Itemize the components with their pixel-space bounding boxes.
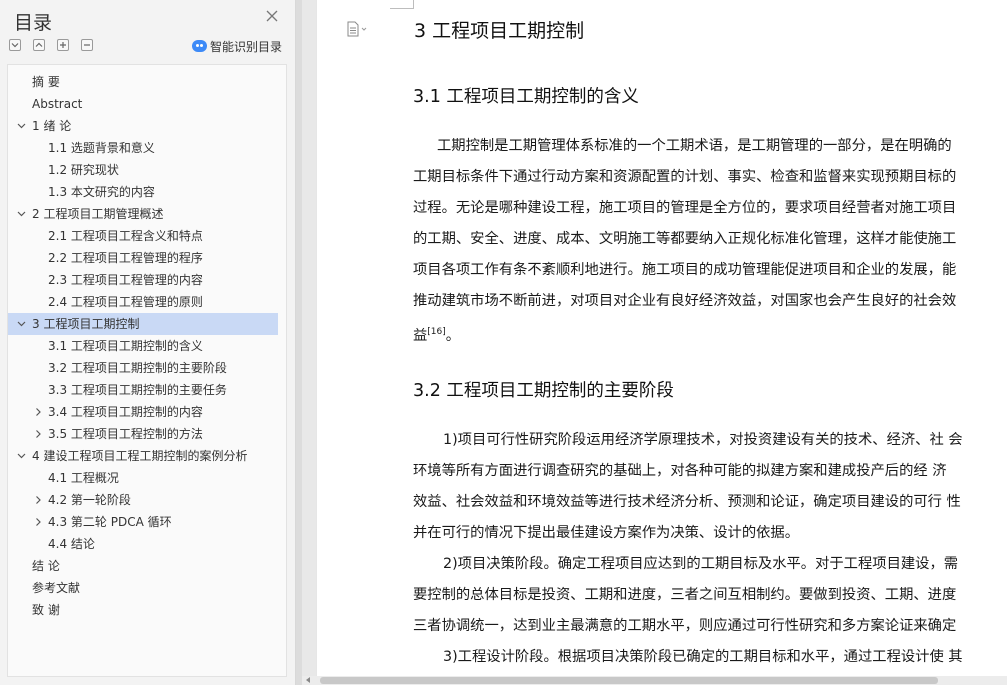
toc-item-label: 1.1 选题背景和意义: [48, 141, 155, 155]
chevron-right-icon[interactable]: [33, 489, 45, 511]
toc-item[interactable]: 3.5 工程项目工程控制的方法: [8, 423, 278, 445]
paragraph-line: 的工期、安全、进度、成本、文明施工等都要纳入正规化标准化管理，这样才能使施工: [413, 231, 957, 247]
paragraph-line: 项目各项工作有条不紊顺利地进行。施工项目的成功管理能促进项目和企业的发展，能: [413, 262, 957, 278]
chevron-down-icon[interactable]: [16, 115, 28, 137]
toc-item[interactable]: 1 绪 论: [8, 115, 278, 137]
paragraph-3-1: 工期控制是工期管理体系标准的一个工期术语，是工期管理的一部分，是在明确的 工期目…: [413, 131, 1007, 348]
toc-item[interactable]: 2.4 工程项目工程管理的原则: [8, 291, 278, 313]
left-gutter: [302, 0, 316, 685]
toc-item[interactable]: 摘 要: [8, 71, 278, 93]
toc-item-label: 2.2 工程项目工程管理的程序: [48, 251, 203, 265]
toc-item-label: 3.5 工程项目工程控制的方法: [48, 427, 203, 441]
toc-item[interactable]: 1.1 选题背景和意义: [8, 137, 278, 159]
smart-recognize-label: 智能识别目录: [210, 39, 283, 54]
paragraph-line: 益[16]。: [413, 327, 461, 344]
robot-icon: [192, 40, 207, 52]
toc-item-label: 3 工程项目工期控制: [32, 317, 140, 331]
toc-title: 目录: [14, 12, 53, 34]
toc-item[interactable]: 3.1 工程项目工期控制的含义: [8, 335, 278, 357]
document-page: 3 工程项目工期控制 3.1 工程项目工期控制的含义 工期控制是工期管理体系标准…: [317, 0, 1007, 676]
scrollbar-thumb[interactable]: [320, 677, 938, 684]
toc-item[interactable]: 2.1 工程项目工程含义和特点: [8, 225, 278, 247]
toc-item[interactable]: 2.3 工程项目工程管理的内容: [8, 269, 278, 291]
document-icon[interactable]: [346, 21, 368, 37]
paragraph-line: 三者协调统一，达到业主最满意的工期水平，则应通过可行性研究和多方案论证来确定: [413, 618, 957, 634]
close-icon[interactable]: [264, 9, 280, 25]
toc-item-label: 1 绪 论: [32, 119, 72, 133]
toc-item-label: 4.2 第一轮阶段: [48, 493, 131, 507]
toc-item[interactable]: 4 建设工程项目工程工期控制的案例分析: [8, 445, 278, 467]
toc-item[interactable]: 2.2 工程项目工程管理的程序: [8, 247, 278, 269]
chevron-right-icon[interactable]: [33, 401, 45, 423]
toc-item-label: 4.3 第二轮 PDCA 循环: [48, 515, 172, 529]
toc-item[interactable]: 2 工程项目工期管理概述: [8, 203, 278, 225]
toc-item-label: 3.4 工程项目工期控制的内容: [48, 405, 203, 419]
paragraph-line: 效益、社会效益和环境效益等进行技术经济分析、预测和论证，确定项目建设的可行 性: [413, 494, 961, 510]
toc-item[interactable]: 1.2 研究现状: [8, 159, 278, 181]
scroll-left-icon[interactable]: [306, 677, 310, 683]
page-corner-mark: [390, 0, 414, 9]
toc-item-label: 2.4 工程项目工程管理的原则: [48, 295, 203, 309]
collapse-all-icon[interactable]: [33, 39, 45, 51]
toc-item-label: 致 谢: [32, 603, 60, 617]
smart-recognize-button[interactable]: 智能识别目录: [192, 38, 282, 54]
toc-item-label: 3.2 工程项目工期控制的主要阶段: [48, 361, 227, 375]
toc-item[interactable]: Abstract: [8, 93, 278, 115]
toc-item[interactable]: 3 工程项目工期控制: [8, 313, 278, 335]
toc-item-label: 1.3 本文研究的内容: [48, 185, 155, 199]
heading-3-1: 3.1 工程项目工期控制的含义: [413, 87, 639, 107]
toc-item[interactable]: 3.4 工程项目工期控制的内容: [8, 401, 278, 423]
paragraph-line: 工期目标条件下通过行动方案和资源配置的计划、事实、检查和监督来实现预期目标的: [413, 169, 957, 185]
paragraph-line: 要控制的总体目标是投资、工期和进度，三者之间互相制约。要做到投资、工期、进度: [413, 587, 957, 603]
remove-level-icon[interactable]: [81, 39, 93, 51]
toc-item[interactable]: 3.3 工程项目工期控制的主要任务: [8, 379, 278, 401]
chevron-down-icon[interactable]: [16, 445, 28, 467]
toc-item-label: 结 论: [32, 559, 60, 573]
toc-item[interactable]: 3.2 工程项目工期控制的主要阶段: [8, 357, 278, 379]
heading-chapter-3: 3 工程项目工期控制: [414, 20, 585, 42]
toc-item[interactable]: 4.2 第一轮阶段: [8, 489, 278, 511]
heading-3-2: 3.2 工程项目工期控制的主要阶段: [413, 381, 674, 401]
citation[interactable]: [16]: [427, 327, 445, 337]
paragraph-line: 环境等所有方面进行调查研究的基础上，对各种可能的拟建方案和建成投产后的经 济: [413, 463, 947, 479]
toc-item[interactable]: 4.4 结论: [8, 533, 278, 555]
toc-item-label: 2 工程项目工期管理概述: [32, 207, 164, 221]
paragraph-line: 过程。无论是哪种建设工程，施工项目的管理是全方位的，要求项目经营者对施工项目: [413, 200, 957, 216]
toc-item-label: 1.2 研究现状: [48, 163, 119, 177]
paragraph-line: 工期控制是工期管理体系标准的一个工期术语，是工期管理的一部分，是在明确的: [437, 138, 952, 154]
chevron-down-icon[interactable]: [16, 203, 28, 225]
toc-item-label: 摘 要: [32, 75, 60, 89]
paragraph-line: 1)项目可行性研究阶段运用经济学原理技术，对投资建设有关的技术、经济、社 会: [443, 432, 963, 448]
toc-item-label: 2.3 工程项目工程管理的内容: [48, 273, 203, 287]
horizontal-scrollbar[interactable]: [302, 676, 1007, 685]
toc-item-label: 4.1 工程概况: [48, 471, 119, 485]
toc-item[interactable]: 参考文献: [8, 577, 278, 599]
toc-item-label: 4.4 结论: [48, 537, 95, 551]
paragraph-line: 推动建筑市场不断前进，对项目对企业有良好经济效益，对国家也会产生良好的社会效: [413, 293, 957, 309]
toc-item[interactable]: 结 论: [8, 555, 278, 577]
toc-item-label: 3.1 工程项目工期控制的含义: [48, 339, 203, 353]
toc-item[interactable]: 4.1 工程概况: [8, 467, 278, 489]
toc-item[interactable]: 1.3 本文研究的内容: [8, 181, 278, 203]
toc-item-label: 2.1 工程项目工程含义和特点: [48, 229, 203, 243]
toc-item-label: 4 建设工程项目工程工期控制的案例分析: [32, 449, 248, 463]
toc-item[interactable]: 4.3 第二轮 PDCA 循环: [8, 511, 278, 533]
expand-all-icon[interactable]: [9, 39, 21, 51]
toc-item-label: Abstract: [32, 97, 83, 111]
add-level-icon[interactable]: [57, 39, 69, 51]
chevron-right-icon[interactable]: [33, 511, 45, 533]
chevron-down-icon[interactable]: [16, 313, 28, 335]
toc-item-label: 3.3 工程项目工期控制的主要任务: [48, 383, 227, 397]
toc-list: 摘 要 Abstract 1 绪 论 1.1 选题背景和意义 1.2 研究现状 1.3 本…: [7, 64, 287, 677]
paragraph-line: 3)工程设计阶段。根据项目决策阶段已确定的工期目标和水平，通过工程设计使 其: [443, 649, 963, 665]
chevron-right-icon[interactable]: [33, 423, 45, 445]
paragraph-line: 并在可行的情况下提出最佳建设方案作为决策、设计的依据。: [413, 525, 800, 541]
paragraph-line: 2)项目决策阶段。确定工程项目应达到的工期目标及水平。对于工程项目建设，需: [443, 556, 959, 572]
toc-item-label: 参考文献: [32, 581, 81, 595]
toc-panel: 目录 智能识别目录 摘 要 Abstract 1 绪 论 1.1 选题背景和意义 1.2…: [0, 0, 296, 685]
paragraph-3-2: 1)项目可行性研究阶段运用经济学原理技术，对投资建设有关的技术、经济、社 会 环…: [413, 425, 1007, 673]
toc-item[interactable]: 致 谢: [8, 599, 278, 621]
